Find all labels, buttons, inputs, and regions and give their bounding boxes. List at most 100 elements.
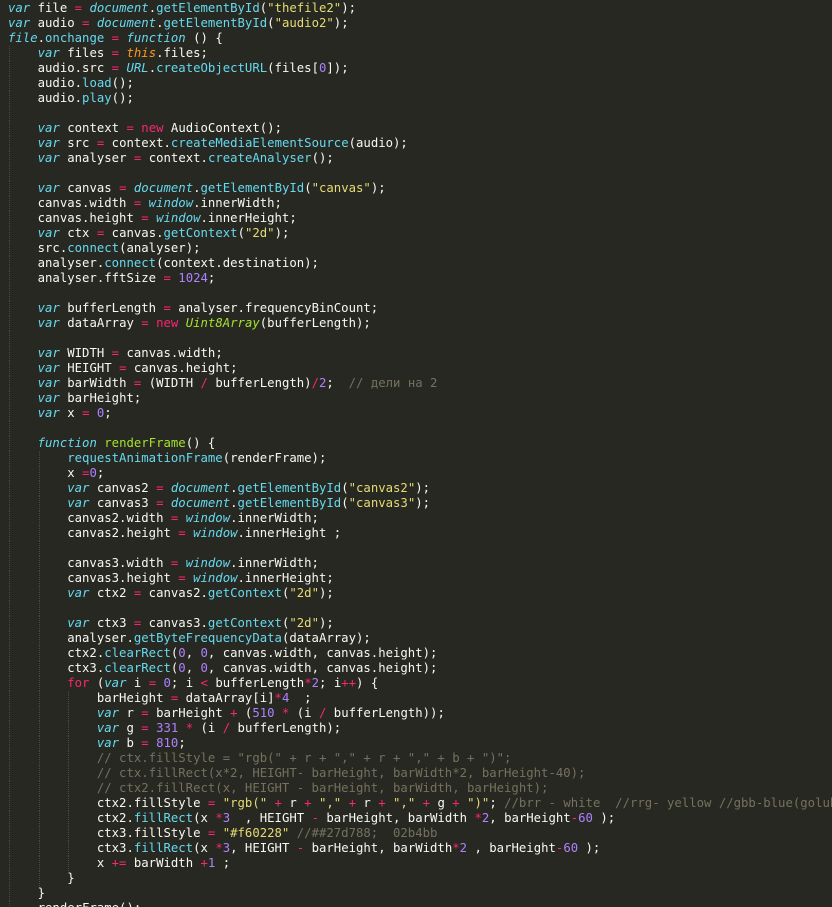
code-token: var: [37, 316, 60, 330]
code-token: window: [193, 526, 238, 540]
code-line: for (var i = 0; i < bufferLength*2; i++)…: [8, 676, 378, 691]
code-token: =: [111, 346, 120, 360]
code-token: );: [370, 181, 386, 195]
code-token: .: [193, 181, 201, 195]
code-token: (x: [193, 841, 216, 855]
code-token: ctx3.: [8, 841, 134, 855]
code-token: var: [37, 376, 60, 390]
code-token: barHeight, barWidth: [304, 841, 453, 855]
code-line: var HEIGHT = canvas.height;: [8, 361, 238, 376]
code-token: *: [452, 841, 460, 855]
code-token: barHeight;: [59, 391, 142, 405]
code-token: 60: [578, 811, 593, 825]
code-line: var r = barHeight + (510 * (i / bufferLe…: [8, 706, 445, 721]
code-token: .: [230, 481, 238, 495]
code-token: canvas.width;: [119, 346, 223, 360]
code-line: analyser.fftSize = 1024;: [8, 271, 216, 286]
code-token: +: [422, 796, 431, 810]
code-token: *: [304, 676, 312, 690]
code-line: ctx2.fillStyle = "rgb(" + r + "," + r + …: [8, 796, 832, 811]
code-token: (: [304, 181, 312, 195]
code-token: new: [141, 121, 164, 135]
code-line: file.onchange = function () {: [8, 31, 223, 46]
code-token: window: [185, 511, 231, 525]
code-token: (: [237, 706, 253, 720]
code-token: getElementById: [237, 481, 342, 495]
code-token: );: [578, 841, 601, 855]
code-line: var ctx3 = canvas3.getContext("2d");: [8, 616, 334, 631]
code-token: .files;: [156, 46, 208, 60]
code-line: ctx3.fillStyle = "#f60228" //##27d788; 0…: [8, 826, 438, 841]
code-token: canvas2: [89, 481, 157, 495]
code-token: var: [37, 391, 60, 405]
code-token: window: [185, 556, 231, 570]
code-token: bufferLength: [207, 676, 305, 690]
indent-guide: [9, 421, 10, 436]
code-token: b: [119, 736, 142, 750]
code-token: ,: [185, 646, 201, 660]
code-token: var: [67, 586, 90, 600]
code-line: var src = context.createMediaElementSour…: [8, 136, 408, 151]
code-token: ;: [178, 736, 186, 750]
code-token: document: [96, 16, 157, 30]
code-editor[interactable]: var file = document.getElementById("thef…: [0, 0, 832, 907]
code-token: //brr - white //rrg- yellow //gbb-blue(g…: [504, 796, 832, 810]
code-token: );: [592, 811, 616, 825]
code-token: 0: [200, 661, 208, 675]
code-token: ;: [215, 856, 231, 870]
code-token: var: [96, 721, 120, 735]
code-token: // дели на 2: [348, 376, 438, 390]
code-token: , HEIGHT: [230, 811, 312, 825]
code-token: WIDTH: [59, 346, 112, 360]
code-token: canvas3.: [141, 616, 208, 630]
code-token: =: [178, 526, 186, 540]
code-token: URL: [126, 61, 149, 75]
indent-guide: [9, 601, 10, 616]
code-token: "thefile2": [267, 1, 342, 15]
code-token: 0: [89, 466, 97, 480]
code-token: analyser.fftSize: [8, 271, 164, 285]
code-line: var ctx2 = canvas2.getContext("2d");: [8, 586, 334, 601]
code-token: bufferLength): [207, 376, 312, 390]
code-token: ++: [341, 676, 357, 690]
code-line: var g = 331 * (i / bufferLength);: [8, 721, 341, 736]
code-token: (: [341, 481, 349, 495]
code-token: context.: [104, 136, 171, 150]
code-token: x: [8, 856, 112, 870]
code-token: function: [37, 436, 97, 450]
code-token: window: [193, 571, 238, 585]
code-token: +: [452, 796, 460, 810]
code-token: x: [59, 406, 83, 420]
code-token: var: [37, 406, 60, 420]
code-token: *: [215, 841, 223, 855]
code-token: getByteFrequencyData: [133, 631, 282, 645]
code-line: audio.load();: [8, 76, 134, 91]
code-token: window: [148, 196, 194, 210]
indent-guide: [38, 541, 40, 556]
code-token: bufferLength);: [230, 721, 342, 735]
code-line: ctx3.fillRect(x *3, HEIGHT - barHeight, …: [8, 841, 601, 856]
code-token: =: [141, 721, 149, 735]
code-token: (: [341, 496, 349, 510]
code-line: canvas2.width = window.innerWidth;: [8, 511, 319, 526]
code-token: =: [156, 481, 164, 495]
code-token: canvas3: [89, 496, 157, 510]
code-token: +=: [111, 856, 127, 870]
code-token: "2d": [289, 586, 319, 600]
code-token: +: [274, 796, 282, 810]
code-token: context: [59, 121, 127, 135]
code-token: dataArray: [59, 316, 142, 330]
